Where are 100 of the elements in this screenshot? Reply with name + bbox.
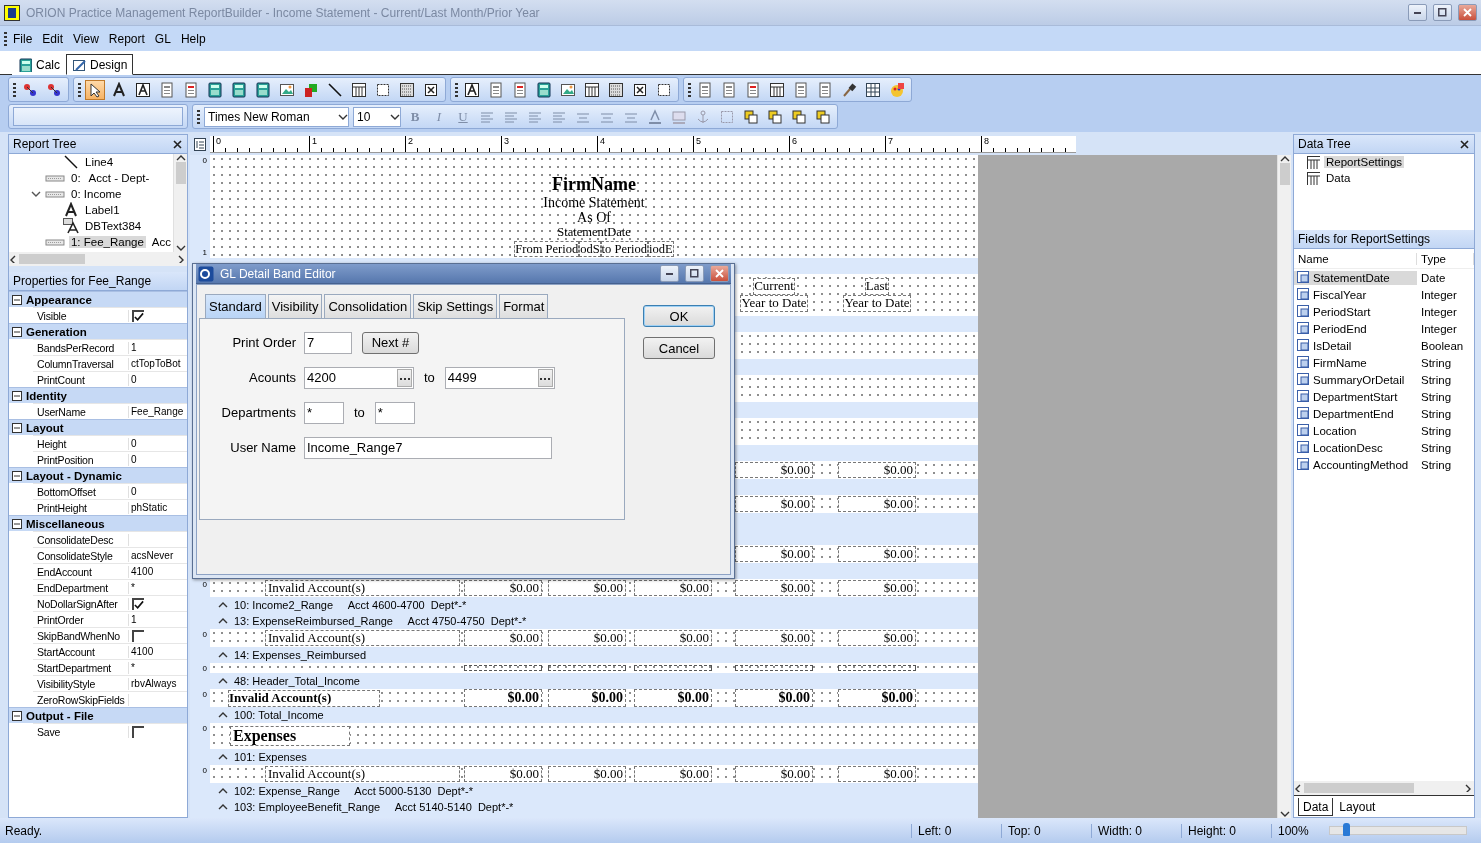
scrollbar[interactable] bbox=[173, 154, 187, 252]
field-name[interactable]: AccountingMethod bbox=[1294, 457, 1417, 472]
minimize-button[interactable] bbox=[1408, 4, 1427, 21]
minimize-button[interactable] bbox=[660, 265, 679, 282]
tree-item[interactable]: Data bbox=[1324, 172, 1353, 184]
tree-item[interactable]: ReportSettings bbox=[1324, 156, 1405, 168]
property-value[interactable]: * bbox=[129, 582, 135, 593]
scrollbar[interactable] bbox=[9, 252, 187, 266]
collapse-icon bbox=[12, 422, 22, 433]
checkbox[interactable] bbox=[132, 629, 144, 642]
property-value[interactable]: ctTopToBot bbox=[129, 358, 181, 369]
band-title[interactable]: 100: Total_Income bbox=[234, 709, 324, 721]
property-value[interactable]: 0 bbox=[129, 454, 137, 465]
field-name[interactable]: PeriodStart bbox=[1294, 304, 1417, 319]
menu-item[interactable]: GL bbox=[150, 29, 175, 48]
menu-item[interactable]: View bbox=[69, 29, 103, 48]
checkbox[interactable] bbox=[132, 309, 144, 322]
maximize-button[interactable] bbox=[1433, 4, 1452, 21]
cancel-button[interactable]: Cancel bbox=[643, 337, 715, 359]
property-value[interactable]: Fee_Range bbox=[129, 406, 184, 417]
maximize-button[interactable] bbox=[685, 265, 704, 282]
page-icon bbox=[721, 81, 737, 98]
dialog-tab[interactable]: Consolidation bbox=[324, 294, 412, 318]
account-to-field[interactable]: 4499 bbox=[444, 366, 555, 389]
column-header[interactable]: Name bbox=[1294, 252, 1417, 265]
field-name[interactable]: IsDetail bbox=[1294, 338, 1417, 353]
tree-item[interactable]: 1: Fee_Range bbox=[68, 236, 146, 248]
browse-button[interactable] bbox=[397, 368, 412, 387]
menu-item[interactable]: Help bbox=[176, 29, 210, 48]
print-order-field[interactable]: 7 bbox=[304, 331, 352, 354]
dialog-tab[interactable]: Standard bbox=[205, 294, 266, 318]
dialog-tab[interactable]: Format bbox=[499, 294, 549, 318]
account-from-field[interactable]: 4200 bbox=[304, 366, 414, 389]
tree-item[interactable]: 0: bbox=[69, 172, 83, 184]
tree-item[interactable]: Label1 bbox=[83, 204, 122, 216]
band-title[interactable]: 101: Expenses bbox=[234, 751, 307, 763]
band-title[interactable]: 13: ExpenseReimbursed_Range bbox=[234, 615, 393, 627]
property-value[interactable]: 0 bbox=[129, 438, 137, 449]
band-title[interactable]: 14: Expenses_Reimbursed bbox=[234, 649, 367, 661]
band-title[interactable]: 102: Expense_Range bbox=[234, 785, 340, 797]
tree-item[interactable]: Line4 bbox=[83, 156, 116, 168]
tab[interactable]: Data bbox=[1298, 798, 1334, 816]
property-value[interactable]: 1 bbox=[129, 342, 137, 353]
band-title[interactable]: 10: Income2_Range bbox=[234, 599, 334, 611]
department-from-field[interactable]: * bbox=[304, 401, 344, 424]
dialog-tab[interactable]: Skip Settings bbox=[413, 294, 498, 318]
property-value[interactable]: * bbox=[129, 662, 135, 673]
field-name[interactable]: FirmName bbox=[1294, 355, 1417, 370]
dialog-tab[interactable]: Visibility bbox=[267, 294, 323, 318]
font-size-select[interactable]: 10 bbox=[353, 106, 401, 127]
field-name[interactable]: PeriodEnd bbox=[1294, 321, 1417, 336]
property-value[interactable]: 0 bbox=[129, 486, 137, 497]
tree-item[interactable]: 0: Income bbox=[69, 188, 124, 200]
ok-button[interactable]: OK bbox=[643, 305, 715, 327]
scroll-thumb[interactable] bbox=[175, 162, 186, 184]
field-name[interactable]: StatementDate bbox=[1294, 270, 1417, 285]
browse-button[interactable] bbox=[537, 368, 553, 387]
property-value[interactable]: 1 bbox=[129, 614, 137, 625]
object-field[interactable] bbox=[13, 107, 183, 126]
line-icon bbox=[63, 154, 79, 170]
field-name[interactable]: FiscalYear bbox=[1294, 287, 1417, 302]
field-name[interactable]: DepartmentEnd bbox=[1294, 406, 1417, 421]
scroll-thumb[interactable] bbox=[1279, 163, 1290, 185]
field-name[interactable]: SummaryOrDetail bbox=[1294, 372, 1417, 387]
category-label[interactable]: Identity bbox=[26, 389, 67, 402]
close-icon bbox=[715, 269, 724, 278]
category-label[interactable]: Layout bbox=[26, 421, 64, 434]
font-select[interactable]: Times New Roman bbox=[204, 106, 349, 127]
property-value[interactable]: phStatic bbox=[129, 502, 168, 513]
close-button[interactable] bbox=[1458, 4, 1477, 21]
tree-item[interactable]: DBText384 bbox=[83, 220, 144, 232]
close-button[interactable] bbox=[710, 265, 729, 282]
column-header[interactable]: Type bbox=[1417, 252, 1474, 265]
next-button[interactable]: Next # bbox=[362, 331, 419, 354]
font-color-icon bbox=[647, 108, 663, 125]
tab[interactable]: Design bbox=[66, 54, 134, 75]
scrollbar[interactable] bbox=[1294, 781, 1474, 795]
zoom-slider[interactable] bbox=[1329, 826, 1467, 835]
property-value[interactable]: rbvAlways bbox=[129, 678, 177, 689]
scrollbar[interactable] bbox=[1277, 155, 1291, 818]
property-value[interactable]: 4100 bbox=[129, 646, 154, 657]
checkbox[interactable] bbox=[132, 725, 144, 738]
band-title[interactable]: 48: Header_Total_Income bbox=[234, 675, 360, 687]
menu-item[interactable]: File bbox=[9, 29, 37, 48]
field-name[interactable]: DepartmentStart bbox=[1294, 389, 1417, 404]
field-name[interactable]: Location bbox=[1294, 423, 1417, 438]
field-name[interactable]: LocationDesc bbox=[1294, 440, 1417, 455]
department-to-field[interactable]: * bbox=[374, 401, 415, 424]
user-name-field[interactable]: Income_Range7 bbox=[304, 436, 552, 459]
property-value[interactable]: 4100 bbox=[129, 566, 154, 577]
checkbox[interactable] bbox=[132, 597, 144, 610]
menu-item[interactable]: Edit bbox=[38, 29, 68, 48]
band-title[interactable]: 103: EmployeeBenefit_Range bbox=[234, 801, 381, 813]
scroll-down-icon bbox=[1279, 810, 1290, 818]
property-value[interactable]: acsNever bbox=[129, 550, 174, 561]
tool-button[interactable] bbox=[85, 79, 105, 100]
property-value[interactable]: 0 bbox=[129, 374, 137, 385]
slider-thumb[interactable] bbox=[1343, 823, 1351, 836]
menu-item[interactable]: Report bbox=[104, 29, 149, 48]
field-type: String bbox=[1420, 424, 1453, 437]
